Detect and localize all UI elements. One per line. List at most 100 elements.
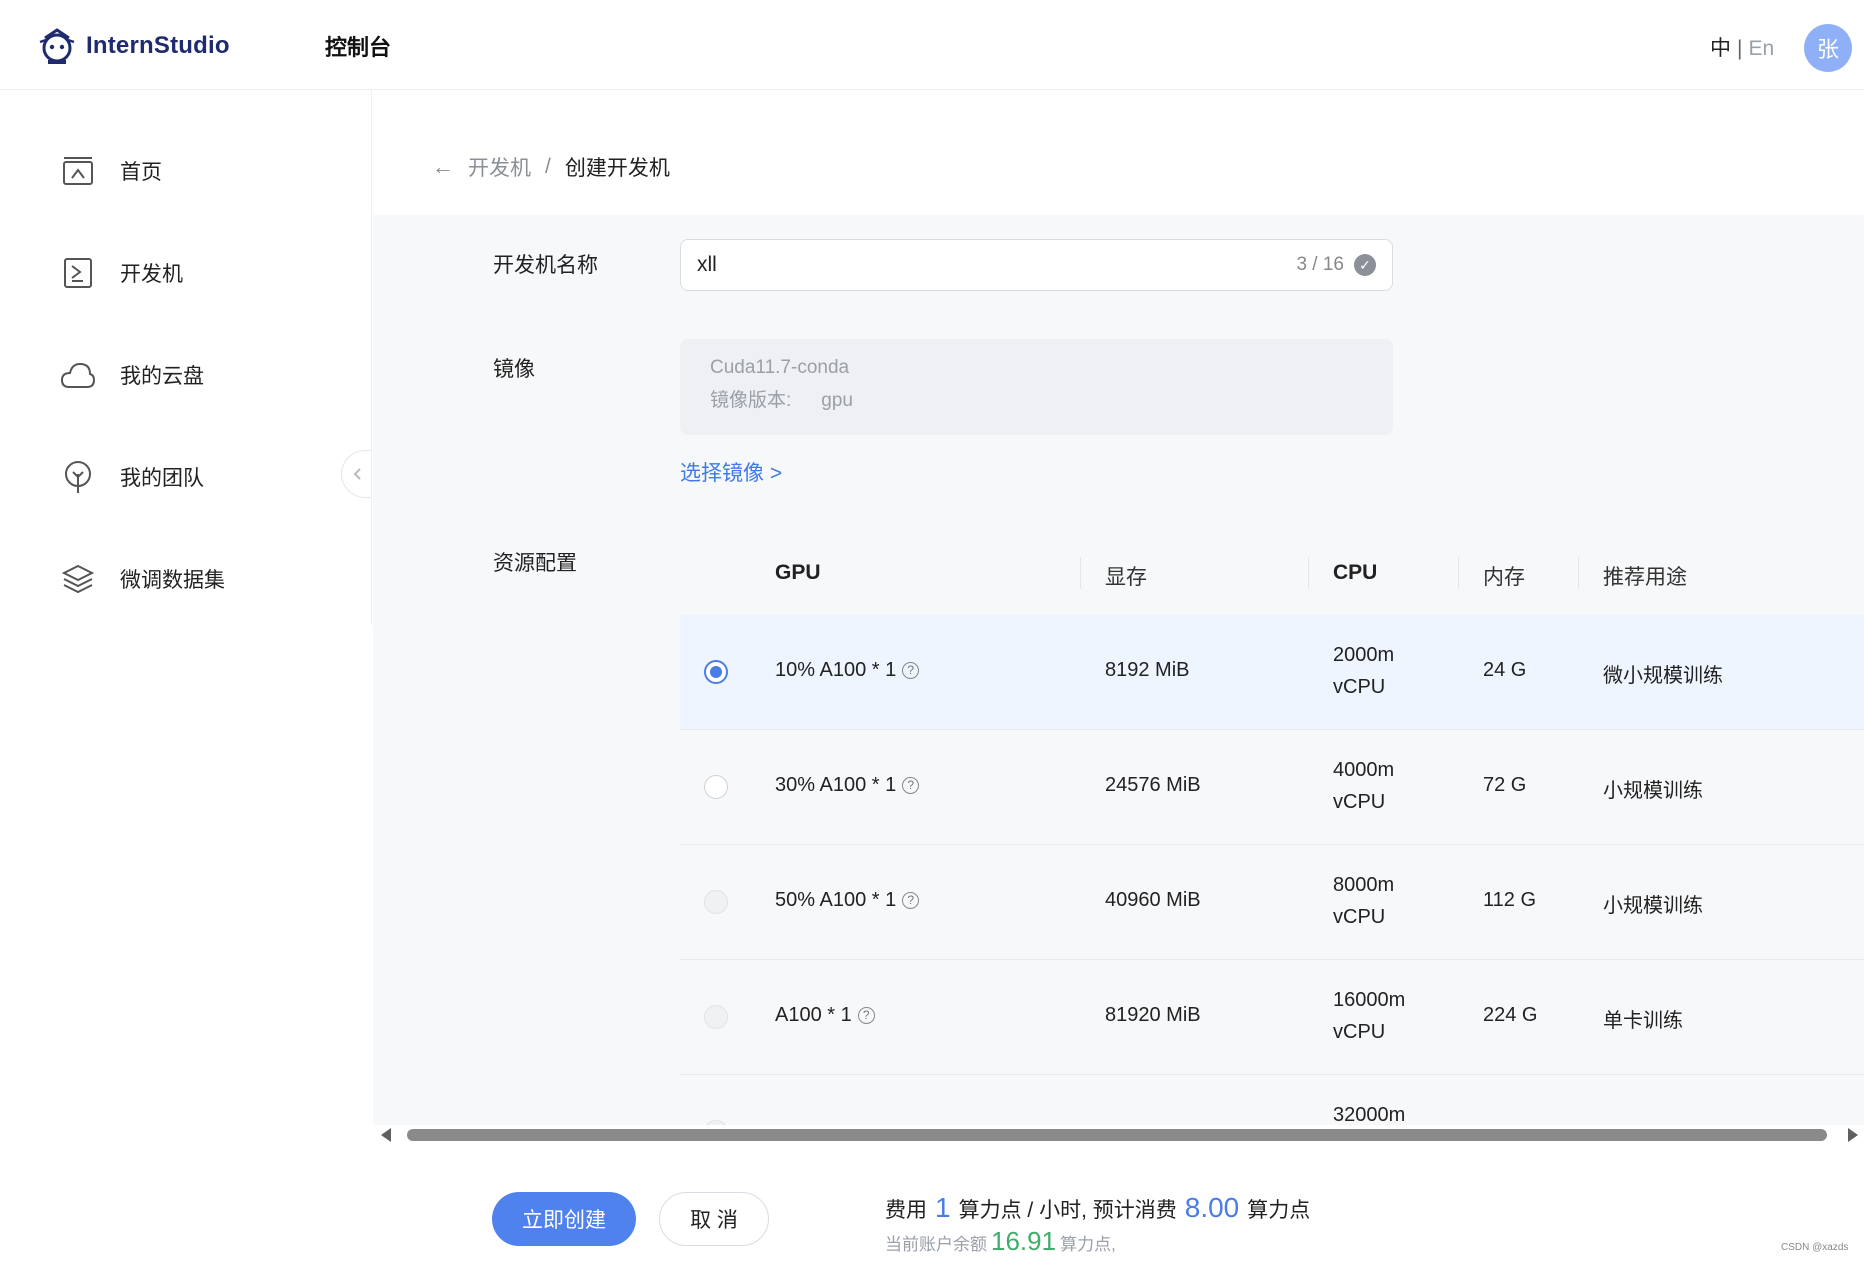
help-icon[interactable]: ? [902, 892, 920, 910]
vram-cell: 24576 MiB [1105, 774, 1201, 796]
resource-field-label: 资源配置 [493, 552, 577, 575]
cpu-value: 2000m [1333, 644, 1395, 666]
cpu-value: 4000m [1333, 759, 1395, 781]
breadcrumb: ← 开发机 / 创建开发机 [432, 152, 670, 182]
help-icon[interactable]: ? [902, 777, 920, 795]
cpu-cell: 4000m vCPU [1333, 754, 1394, 818]
cloud-icon [60, 357, 96, 393]
cancel-button[interactable]: 取 消 [659, 1192, 769, 1246]
usage-cell: 微小规模训练 [1603, 665, 1723, 687]
horizontal-scrollbar[interactable] [373, 1125, 1864, 1145]
lang-en-option[interactable]: En [1748, 37, 1774, 60]
page-title: 控制台 [325, 35, 392, 60]
image-version: 镜像版本: gpu [710, 385, 1363, 412]
mem-cell: 112 G [1483, 889, 1536, 911]
column-header-mem: 内存 [1483, 566, 1525, 589]
lang-separator: | [1737, 37, 1743, 60]
scroll-left-arrow-icon[interactable] [381, 1128, 391, 1142]
cpu-unit: vCPU [1333, 1021, 1386, 1043]
cpu-cell: 8000m vCPU [1333, 869, 1394, 933]
usage-cell: 小规模训练 [1603, 780, 1703, 802]
mem-cell: 72 G [1483, 774, 1527, 796]
gpu-value: 30% A100 * 1 [775, 774, 897, 796]
balance-suffix: 算力点, [1060, 1235, 1116, 1254]
column-header-vram: 显存 [1105, 566, 1147, 589]
gpu-value: 50% A100 * 1 [775, 889, 897, 911]
column-divider [1458, 557, 1459, 589]
app-logo[interactable]: InternStudio [36, 26, 230, 66]
sidebar-item-label: 微调数据集 [120, 569, 225, 592]
help-icon[interactable]: ? [857, 1007, 875, 1025]
sidebar-item-home[interactable]: 首页 [60, 151, 162, 191]
logo-text: InternStudio [86, 32, 230, 59]
sidebar-collapse-button[interactable] [341, 450, 371, 498]
terminal-icon [60, 255, 96, 291]
scrollbar-thumb[interactable] [407, 1129, 1827, 1141]
image-version-label: 镜像版本: [710, 390, 792, 411]
sidebar-item-dataset[interactable]: 微调数据集 [60, 559, 225, 599]
table-row[interactable]: 30% A100 * 1? 24576 MiB 4000m vCPU 72 G 小… [680, 730, 1864, 845]
user-avatar[interactable]: 张 [1804, 24, 1852, 72]
team-icon [60, 459, 96, 495]
cost-mid: 算力点 / 小时, 预计消费 [958, 1199, 1177, 1222]
row-radio [704, 890, 728, 914]
lang-zh-option[interactable]: 中 [1710, 37, 1731, 60]
table-row: 32000m [680, 1075, 1864, 1125]
cost-suffix: 算力点 [1247, 1199, 1311, 1222]
row-radio[interactable] [704, 660, 728, 684]
image-name: Cuda11.7-conda [710, 357, 850, 378]
mem-cell: 224 G [1483, 1004, 1538, 1026]
breadcrumb-parent-link[interactable]: 开发机 [468, 152, 531, 182]
table-row: 50% A100 * 1? 40960 MiB 8000m vCPU 112 G … [680, 845, 1864, 960]
char-counter: 3 / 16 [1296, 254, 1344, 275]
sidebar: 首页 开发机 我的云盘 我的团队 微调数据集 [0, 90, 372, 625]
usage-cell: 单卡训练 [1603, 1010, 1683, 1032]
cost-rate: 1 [935, 1192, 951, 1223]
table-row[interactable]: 10% A100 * 1? 8192 MiB 2000m vCPU 24 G 微小… [680, 615, 1864, 730]
cpu-unit: vCPU [1333, 791, 1386, 813]
row-radio[interactable] [704, 775, 728, 799]
column-divider [1578, 557, 1579, 589]
gpu-cell: A100 * 1? [775, 1004, 875, 1027]
mem-cell: 24 G [1483, 659, 1527, 681]
vram-cell: 81920 MiB [1105, 1004, 1201, 1026]
machine-name-input[interactable]: xll 3 / 16 ✓ [680, 239, 1393, 291]
cpu-unit: vCPU [1333, 906, 1386, 928]
account-balance: 当前账户余额 16.91 算力点, [885, 1226, 1116, 1257]
table-header: GPU 显存 CPU 内存 推荐用途 [680, 535, 1864, 615]
scroll-right-arrow-icon[interactable] [1848, 1128, 1858, 1142]
sidebar-item-devmachine[interactable]: 开发机 [60, 253, 183, 293]
gpu-cell: 30% A100 * 1? [775, 774, 920, 797]
cpu-cell: 16000m vCPU [1333, 984, 1405, 1048]
help-icon[interactable]: ? [902, 662, 920, 680]
column-divider [1080, 557, 1081, 589]
image-info-box: Cuda11.7-conda 镜像版本: gpu [680, 339, 1393, 435]
column-header-cpu: CPU [1333, 561, 1378, 584]
watermark: CSDN @xazds [1781, 1242, 1849, 1253]
name-field-label: 开发机名称 [493, 254, 598, 277]
cpu-value: 32000m [1333, 1104, 1406, 1125]
back-arrow-icon[interactable]: ← [432, 154, 454, 180]
sidebar-item-team[interactable]: 我的团队 [60, 457, 204, 497]
row-radio [704, 1005, 728, 1029]
balance-prefix: 当前账户余额 [885, 1235, 987, 1254]
check-circle-icon: ✓ [1354, 254, 1376, 276]
language-switch: 中 | En [1710, 32, 1774, 62]
cpu-unit: vCPU [1333, 676, 1386, 698]
choose-image-link[interactable]: 选择镜像 > [680, 457, 782, 487]
cpu-cell: 2000m vCPU [1333, 639, 1394, 703]
image-field-label: 镜像 [493, 358, 535, 381]
sidebar-item-label: 我的云盘 [120, 365, 204, 388]
cpu-value: 8000m [1333, 874, 1395, 896]
sidebar-item-label: 首页 [120, 161, 162, 184]
sidebar-item-cloud[interactable]: 我的云盘 [60, 355, 204, 395]
top-header: InternStudio 控制台 中 | En 张 [0, 0, 1864, 90]
breadcrumb-current: 创建开发机 [564, 157, 670, 180]
image-version-value: gpu [821, 390, 853, 411]
cost-estimate: 8.00 [1184, 1192, 1240, 1223]
sidebar-item-label: 开发机 [120, 263, 183, 286]
gpu-value: 10% A100 * 1 [775, 659, 897, 681]
cpu-cell: 32000m [1333, 1099, 1405, 1125]
vram-cell: 40960 MiB [1105, 889, 1201, 911]
create-now-button[interactable]: 立即创建 [492, 1192, 636, 1246]
